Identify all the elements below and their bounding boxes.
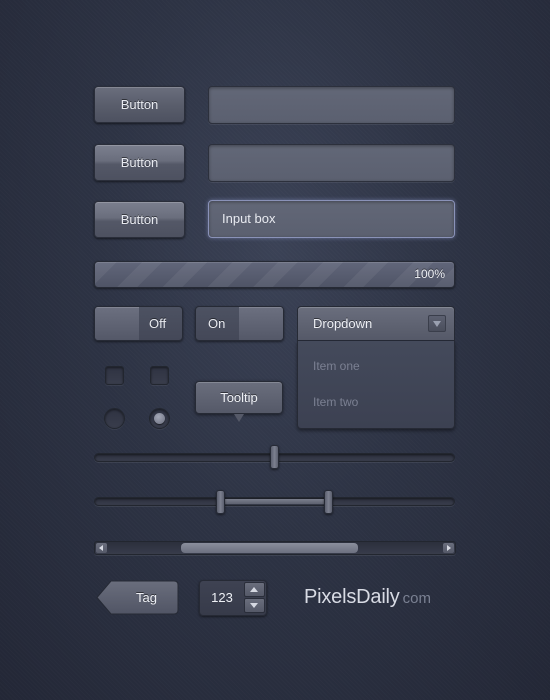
arrow-left-icon[interactable]: [96, 543, 107, 553]
stepper-value[interactable]: 123: [200, 581, 244, 615]
button-normal[interactable]: Button: [94, 86, 185, 123]
checkbox[interactable]: [105, 366, 124, 385]
horizontal-scrollbar[interactable]: [94, 541, 456, 555]
range-handle-high[interactable]: [324, 490, 334, 514]
progress-bar: 100%: [94, 261, 455, 288]
chevron-down-icon[interactable]: [428, 315, 446, 332]
dropdown-selected: Dropdown: [313, 316, 373, 331]
dropdown-item[interactable]: Item one: [313, 359, 360, 373]
tooltip-pointer: [234, 414, 244, 422]
toggle-off-label: Off: [149, 316, 167, 331]
range-fill: [221, 499, 330, 504]
toggle-knob[interactable]: [95, 307, 139, 340]
toggle-on-label: On: [208, 316, 226, 331]
checkbox[interactable]: [150, 366, 169, 385]
radio-dot: [154, 413, 165, 424]
tag[interactable]: Tag: [96, 580, 179, 615]
dropdown-item[interactable]: Item two: [313, 395, 358, 409]
tooltip: Tooltip: [195, 381, 283, 414]
input-box-focused[interactable]: Input box: [208, 200, 455, 238]
brand-suffix: com: [402, 590, 431, 607]
toggle-off[interactable]: Off: [94, 306, 183, 341]
button-hover[interactable]: Button: [94, 144, 185, 181]
input-box-2[interactable]: [208, 144, 455, 182]
dropdown[interactable]: Dropdown: [297, 306, 455, 341]
button-pressed[interactable]: Button: [94, 201, 185, 238]
toggle-on[interactable]: On: [195, 306, 284, 341]
arrow-up-icon[interactable]: [244, 582, 265, 597]
progress-label: 100%: [414, 267, 445, 281]
toggle-knob[interactable]: [239, 307, 283, 340]
range-slider-track[interactable]: [94, 497, 455, 506]
scrollbar-thumb[interactable]: [181, 543, 359, 553]
range-handle-low[interactable]: [215, 490, 225, 514]
slider-handle[interactable]: [270, 445, 279, 469]
arrow-down-icon[interactable]: [244, 598, 265, 613]
arrow-right-icon[interactable]: [443, 543, 454, 553]
brand-name: PixelsDaily: [304, 586, 400, 608]
progress-fill: [95, 262, 454, 287]
tag-label: Tag: [136, 590, 157, 605]
dropdown-menu: Item one Item two: [297, 341, 455, 429]
input-box-1[interactable]: [208, 86, 455, 124]
brand-logo: PixelsDaily com: [304, 586, 431, 609]
radio-button[interactable]: [104, 408, 125, 429]
number-stepper[interactable]: 123: [199, 580, 267, 616]
radio-button-selected[interactable]: [149, 408, 170, 429]
